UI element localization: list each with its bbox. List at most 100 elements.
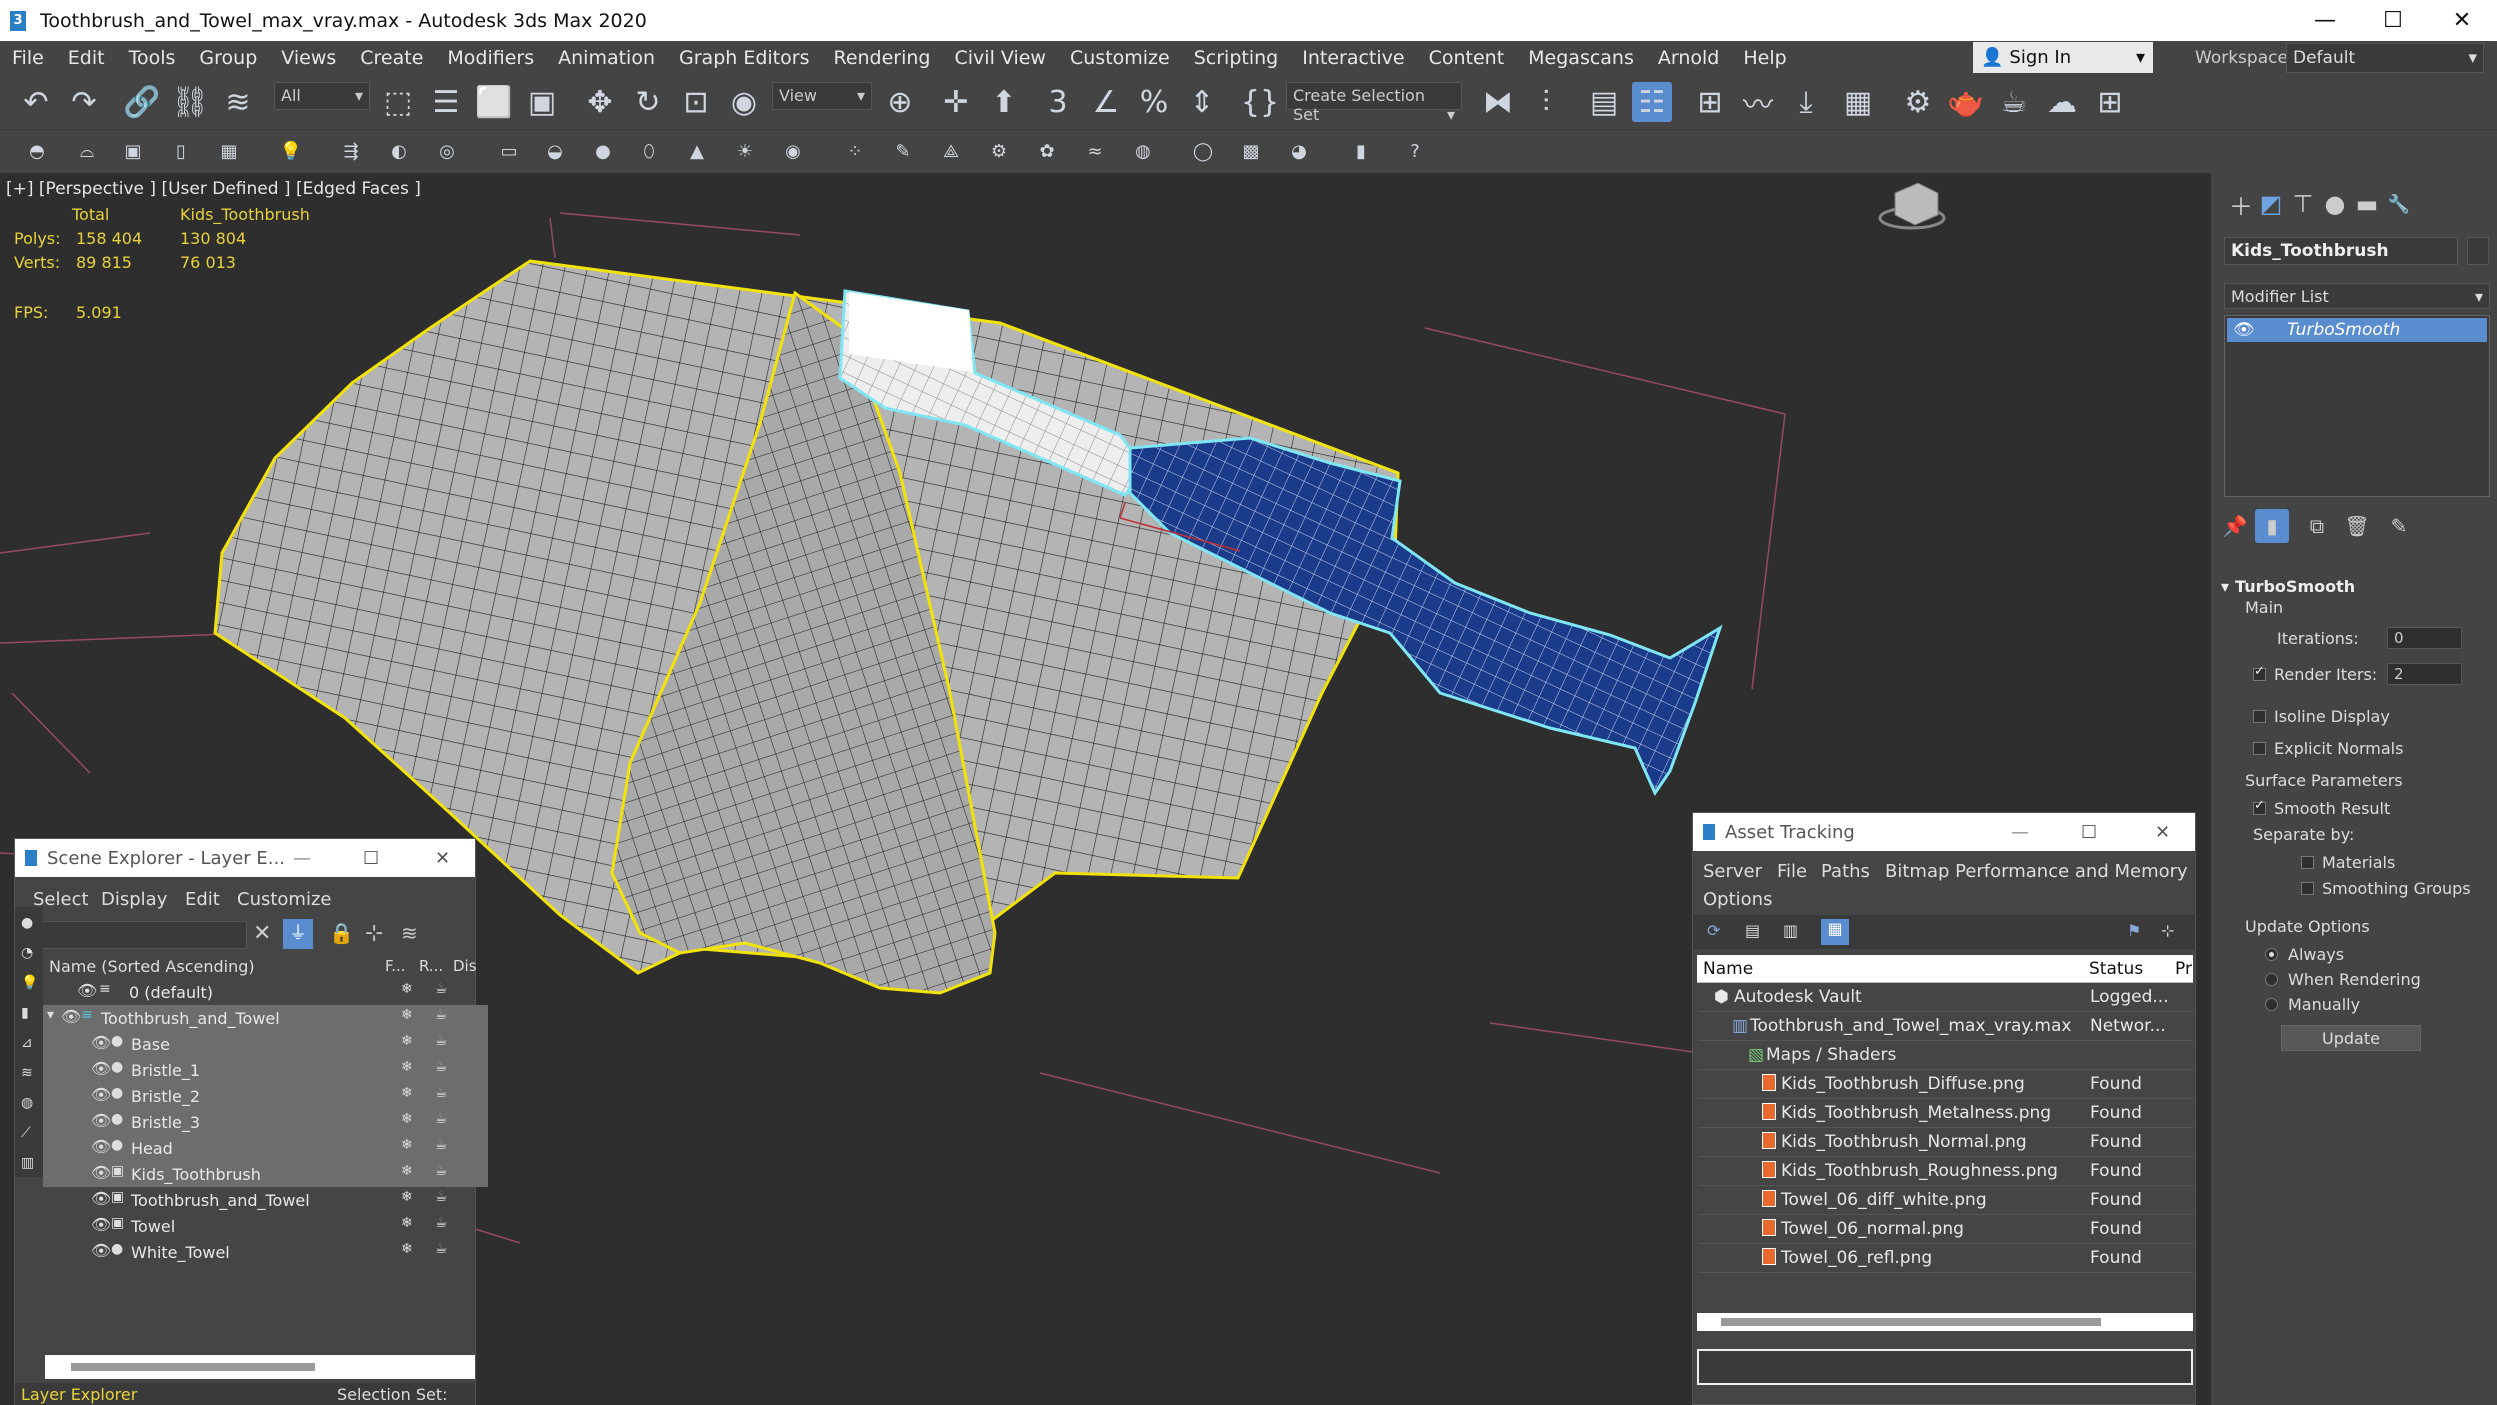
pivot-center-icon[interactable]: ⊕	[880, 82, 920, 122]
remove-modifier-icon[interactable]: 🗑	[2337, 509, 2377, 543]
at-horizontal-scrollbar[interactable]	[1697, 1313, 2193, 1331]
asset-row[interactable]: Kids_Toothbrush_Roughness.png Found	[1698, 1157, 2193, 1186]
toggle-ribbon-icon[interactable]: ⊞	[1690, 82, 1730, 122]
rectangle-shape-icon[interactable]: ▭	[494, 136, 524, 166]
eye-icon[interactable]: 👁	[91, 1085, 111, 1104]
se-menu-customize[interactable]: Customize	[237, 889, 331, 910]
render-icon[interactable]: ☕	[435, 1111, 448, 1127]
object-row[interactable]: 👁 ● White_Towel ❄ ☕	[43, 1239, 488, 1265]
render-element-icon[interactable]: ◕	[1284, 136, 1314, 166]
mirror-icon[interactable]: ⧓	[1478, 82, 1518, 122]
close-button[interactable]: ✕	[2427, 0, 2497, 41]
object-name-field[interactable]: Kids_Toothbrush	[2224, 237, 2458, 265]
angle-snap-icon[interactable]: ∠	[1086, 82, 1126, 122]
select-by-name-icon[interactable]: ☰	[426, 82, 466, 122]
light-filter-icon[interactable]: 💡	[21, 975, 38, 991]
helper-filter-icon[interactable]: ⊿	[21, 1035, 33, 1051]
rotate-icon[interactable]: ↻	[628, 82, 668, 122]
object-row[interactable]: 👁 ● Bristle_3 ❄ ☕	[43, 1109, 488, 1135]
paint-icon[interactable]: ✎	[888, 136, 918, 166]
sphere-icon[interactable]: ●	[588, 136, 618, 166]
explicit-normals-checkbox[interactable]	[2253, 742, 2266, 755]
when-rendering-radio[interactable]	[2265, 973, 2278, 986]
box-icon[interactable]: ▣	[118, 136, 148, 166]
materials-checkbox[interactable]	[2301, 856, 2314, 869]
layers-icon[interactable]: ≋	[401, 921, 418, 945]
minimize-icon[interactable]: —	[2011, 822, 2029, 843]
freeze-icon[interactable]: ❄	[401, 1163, 413, 1179]
explicit-normals-row[interactable]: Explicit Normals	[2253, 739, 2403, 758]
spacewarp-icon[interactable]: ◎	[432, 136, 462, 166]
se-search-input[interactable]	[21, 921, 247, 949]
a360-gallery-icon[interactable]: ⊞	[2090, 82, 2130, 122]
menu-edit[interactable]: Edit	[56, 47, 117, 69]
selection-filter-dropdown[interactable]: All ▾	[274, 82, 370, 110]
keyboard-shortcut-icon[interactable]: ⬆	[984, 82, 1024, 122]
render-icon[interactable]: ☕	[435, 1215, 448, 1231]
object-row[interactable]: 👁 ▣ Toothbrush_and_Towel ❄ ☕	[43, 1187, 488, 1213]
scrollbar-thumb[interactable]	[71, 1363, 315, 1371]
maximize-icon[interactable]: ☐	[363, 848, 379, 869]
render-icon[interactable]: ☕	[435, 1137, 448, 1153]
col-dis-header[interactable]: Dis	[453, 957, 477, 975]
object-row[interactable]: 👁 ● Base ❄ ☕	[43, 1031, 488, 1057]
eye-icon[interactable]: 👁	[61, 1007, 81, 1026]
link-icon[interactable]: 🔗	[122, 82, 162, 122]
modifier-list-dropdown[interactable]: Modifier List ▾	[2224, 283, 2490, 309]
object-row[interactable]: 👁 ▣ Kids_Toothbrush ❄ ☕	[43, 1161, 488, 1187]
expand-icon[interactable]: ▾	[47, 1007, 54, 1023]
render-icon[interactable]: ☕	[435, 1059, 448, 1075]
cone-icon[interactable]: ▲	[682, 136, 712, 166]
object-row[interactable]: 👁 ● Bristle_1 ❄ ☕	[43, 1057, 488, 1083]
menu-customize[interactable]: Customize	[1058, 47, 1182, 69]
object-color-swatch[interactable]	[2467, 237, 2489, 265]
toggle-scene-explorer-icon[interactable]: ▤	[1584, 82, 1624, 122]
material-icon[interactable]: ▩	[1236, 136, 1266, 166]
detail-view-icon[interactable]: ▥	[1783, 921, 1798, 940]
helper-icon[interactable]: ◐	[384, 136, 414, 166]
eye-icon[interactable]: 👁	[91, 1163, 111, 1182]
scene-explorer-titlebar[interactable]: Scene Explorer - Layer E... — ☐ ✕	[15, 839, 475, 877]
select-object-icon[interactable]: ⬚	[378, 82, 418, 122]
percent-snap-icon[interactable]: %	[1134, 82, 1174, 122]
viewport-label[interactable]: [+] [Perspective ] [User Defined ] [Edge…	[6, 179, 421, 199]
asset-row[interactable]: Towel_06_diff_white.png Found	[1698, 1186, 2193, 1215]
asset-row[interactable]: Towel_06_normal.png Found	[1698, 1215, 2193, 1244]
menu-group[interactable]: Group	[187, 47, 269, 69]
menu-animation[interactable]: Animation	[546, 47, 667, 69]
render-icon[interactable]: ☕	[435, 1241, 448, 1257]
scale-icon[interactable]: ⊡	[676, 82, 716, 122]
eye-icon[interactable]: 👁	[91, 1137, 111, 1156]
smooth-result-checkbox[interactable]	[2253, 798, 2266, 815]
render-iters-spinner[interactable]: 2	[2387, 663, 2462, 685]
cylinder-icon[interactable]: ▯	[166, 136, 196, 166]
close-icon[interactable]: ✕	[2155, 822, 2170, 843]
pin-icon[interactable]: ⊹	[2161, 921, 2174, 940]
render-icon[interactable]: ☕	[435, 1033, 448, 1049]
menu-scripting[interactable]: Scripting	[1182, 47, 1291, 69]
freeze-icon[interactable]: ❄	[401, 1137, 413, 1153]
undo-icon[interactable]: ↶	[16, 82, 56, 122]
render-in-cloud-icon[interactable]: ☁	[2042, 82, 2082, 122]
menu-tools[interactable]: Tools	[117, 47, 188, 69]
light-icon[interactable]: 💡	[276, 136, 306, 166]
rectangular-selection-icon[interactable]: ⬜	[474, 82, 514, 122]
freeze-icon[interactable]: ❄	[401, 1111, 413, 1127]
iterations-spinner[interactable]: 0	[2387, 627, 2462, 649]
orb-icon[interactable]: ◉	[778, 136, 808, 166]
freeze-icon[interactable]: ❄	[401, 1241, 413, 1257]
unlink-icon[interactable]: ⛓	[170, 82, 210, 122]
object-row[interactable]: 👁 ● Bristle_2 ❄ ☕	[43, 1083, 488, 1109]
manually-radio[interactable]	[2265, 998, 2278, 1011]
cloth-icon[interactable]: ◍	[1128, 136, 1158, 166]
place-icon[interactable]: ◉	[724, 82, 764, 122]
select-manipulate-icon[interactable]: ✛	[936, 82, 976, 122]
configure-sets-icon[interactable]: ✎	[2379, 509, 2419, 543]
render-icon[interactable]: ☕	[435, 1085, 448, 1101]
grid-icon[interactable]: ▦	[214, 136, 244, 166]
container-filter-icon[interactable]: ▥	[21, 1155, 34, 1171]
smoothing-groups-row[interactable]: Smoothing Groups	[2301, 879, 2471, 898]
render-icon[interactable]: ☕	[435, 1189, 448, 1205]
col-status-header[interactable]: Status	[2089, 959, 2143, 979]
eye-icon[interactable]: 👁	[91, 1189, 111, 1208]
